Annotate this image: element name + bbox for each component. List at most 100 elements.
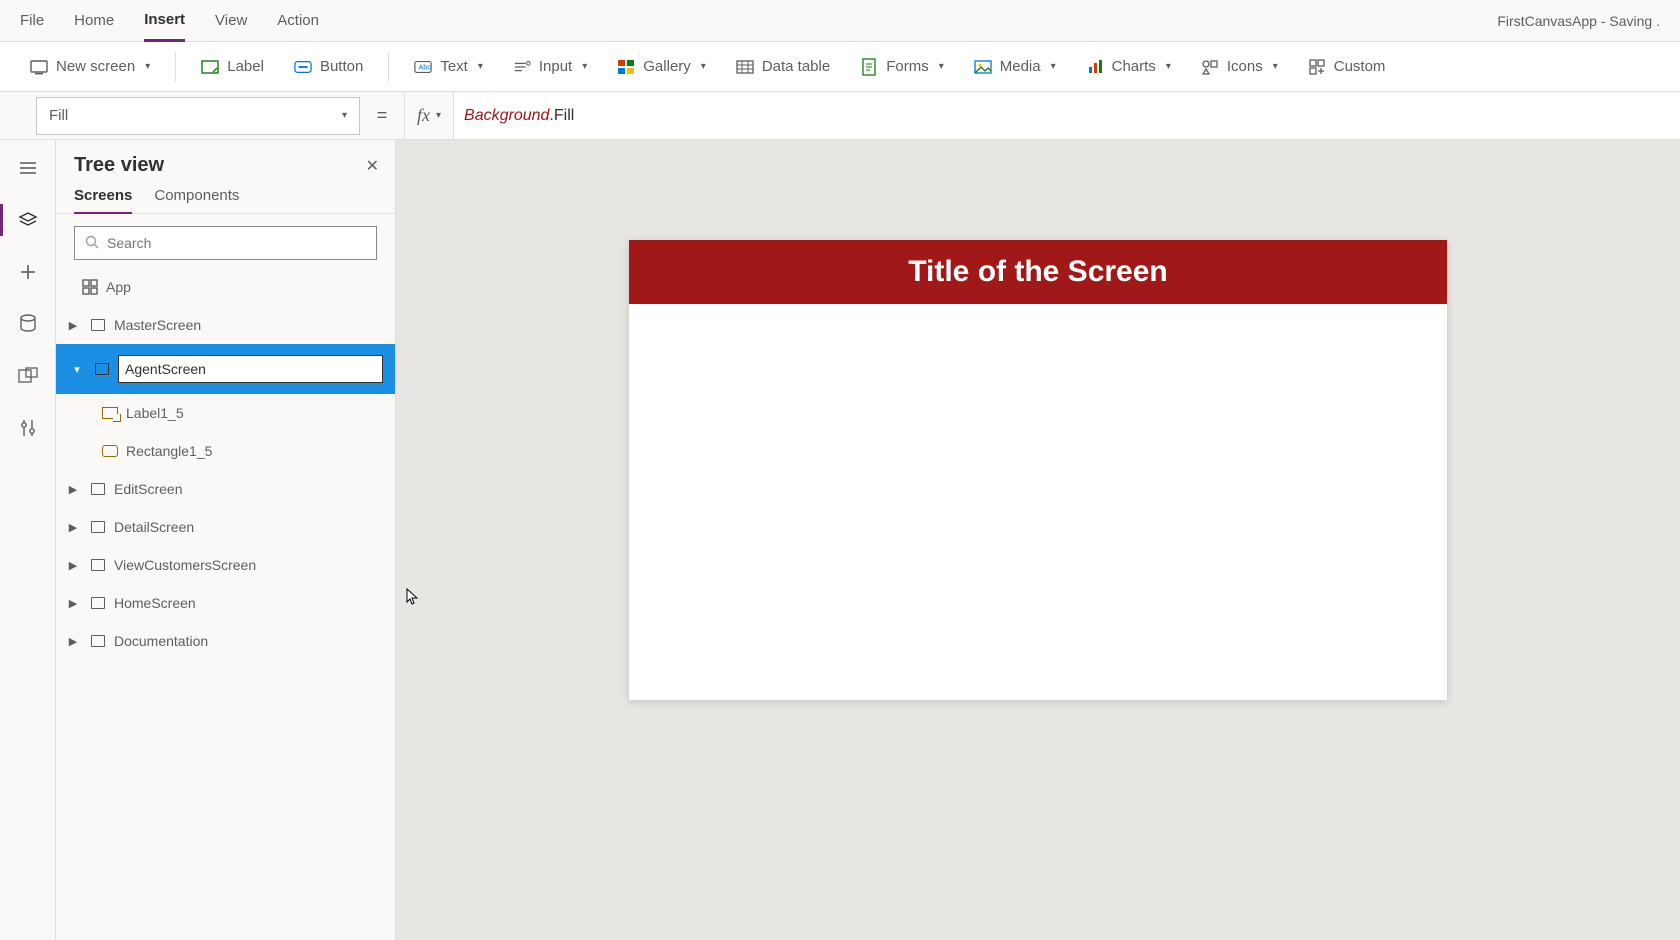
custom-icon — [1308, 58, 1326, 76]
tab-screens[interactable]: Screens — [74, 187, 132, 214]
screen-icon — [88, 518, 108, 536]
tree-node-homescreen[interactable]: ▶ HomeScreen — [56, 584, 395, 622]
fx-label: fx — [417, 105, 430, 126]
chevron-down-icon: ▾ — [1273, 61, 1278, 72]
close-icon[interactable]: ✕ — [366, 156, 379, 176]
property-selector[interactable]: Fill ▾ — [36, 97, 360, 135]
data-table-button[interactable]: Data table — [726, 52, 840, 82]
search-icon — [85, 235, 99, 252]
equals-sign: = — [360, 105, 404, 126]
input-dropdown[interactable]: Input ▾ — [503, 52, 597, 82]
new-screen-button[interactable]: New screen ▾ — [20, 52, 160, 82]
tree-node-masterscreen[interactable]: ▶ MasterScreen — [56, 306, 395, 344]
chevron-down-icon: ▾ — [342, 110, 347, 121]
custom-dropdown[interactable]: Custom — [1298, 52, 1396, 82]
new-screen-icon — [30, 58, 48, 76]
ribbon-separator — [388, 52, 389, 82]
tree-node-label: Label1_5 — [126, 405, 184, 421]
screen-icon — [88, 632, 108, 650]
menu-file[interactable]: File — [20, 0, 44, 41]
media-btn-text: Media — [1000, 58, 1041, 75]
menu-action[interactable]: Action — [277, 0, 319, 41]
tree-node-label: MasterScreen — [114, 317, 201, 333]
forms-dropdown[interactable]: Forms ▾ — [850, 52, 954, 82]
label-btn-text: Label — [227, 58, 264, 75]
expand-icon[interactable]: ▶ — [64, 635, 82, 648]
tree-node-label1-5[interactable]: Label1_5 — [56, 394, 395, 432]
forms-btn-text: Forms — [886, 58, 929, 75]
screen-canvas[interactable]: Title of the Screen — [629, 240, 1447, 700]
ribbon: New screen ▾ Label Button Abc Text ▾ Inp… — [0, 42, 1680, 92]
left-rail — [0, 140, 56, 940]
screen-icon — [88, 316, 108, 334]
tree-node-editscreen[interactable]: ▶ EditScreen — [56, 470, 395, 508]
tree-view-icon[interactable] — [16, 208, 40, 232]
custom-btn-text: Custom — [1334, 58, 1386, 75]
label-button[interactable]: Label — [191, 52, 274, 82]
data-table-icon — [736, 58, 754, 76]
menu-insert[interactable]: Insert — [144, 1, 185, 42]
gallery-dropdown[interactable]: Gallery ▾ — [607, 52, 716, 82]
app-node-label: App — [106, 279, 131, 295]
button-button[interactable]: Button — [284, 52, 373, 82]
charts-btn-text: Charts — [1112, 58, 1156, 75]
icons-btn-text: Icons — [1227, 58, 1263, 75]
cursor-icon — [406, 588, 418, 606]
insert-icon[interactable] — [16, 260, 40, 284]
tree-tabs: Screens Components — [56, 187, 395, 214]
expand-icon[interactable]: ▶ — [64, 483, 82, 496]
expand-icon[interactable]: ▶ — [64, 319, 82, 332]
chevron-down-icon: ▾ — [701, 61, 706, 72]
app-title: FirstCanvasApp - Saving . — [1497, 13, 1660, 29]
chevron-down-icon: ▾ — [436, 110, 441, 121]
forms-icon — [860, 58, 878, 76]
menu-view[interactable]: View — [215, 0, 247, 41]
screen-icon — [88, 556, 108, 574]
media-rail-icon[interactable] — [16, 364, 40, 388]
data-icon[interactable] — [16, 312, 40, 336]
tree-node-label: Documentation — [114, 633, 208, 649]
data-table-btn-text: Data table — [762, 58, 830, 75]
canvas-area[interactable]: Title of the Screen — [396, 140, 1680, 940]
media-dropdown[interactable]: Media ▾ — [964, 52, 1066, 82]
tree-node-agentscreen[interactable]: ▾ — [56, 344, 395, 394]
charts-icon — [1086, 58, 1104, 76]
tree-node-rectangle1-5[interactable]: Rectangle1_5 — [56, 432, 395, 470]
tree-node-app[interactable]: App — [56, 268, 395, 306]
tree-node-label: EditScreen — [114, 481, 182, 497]
tree-node-detailscreen[interactable]: ▶ DetailScreen — [56, 508, 395, 546]
expand-icon[interactable]: ▶ — [64, 559, 82, 572]
rename-input[interactable] — [118, 355, 383, 383]
property-name: Fill — [49, 107, 68, 124]
expand-icon[interactable]: ▶ — [64, 597, 82, 610]
tree-list: App ▶ MasterScreen ▾ Label1_5 Rectangle1… — [56, 268, 395, 940]
collapse-icon[interactable]: ▾ — [68, 363, 86, 376]
tree-node-label: ViewCustomersScreen — [114, 557, 256, 573]
advanced-tools-icon[interactable] — [16, 416, 40, 440]
tree-node-label: Rectangle1_5 — [126, 443, 212, 459]
formula-bar[interactable]: Background.Fill — [453, 92, 1680, 139]
rectangle-control-icon — [100, 442, 120, 460]
tree-search[interactable] — [74, 226, 377, 260]
charts-dropdown[interactable]: Charts ▾ — [1076, 52, 1181, 82]
text-dropdown[interactable]: Abc Text ▾ — [404, 52, 493, 82]
text-btn-text: Text — [440, 58, 468, 75]
text-icon: Abc — [414, 58, 432, 76]
search-input[interactable] — [107, 235, 366, 251]
icons-dropdown[interactable]: Icons ▾ — [1191, 52, 1288, 82]
new-screen-label: New screen — [56, 58, 135, 75]
svg-text:Abc: Abc — [419, 62, 432, 71]
hamburger-icon[interactable] — [16, 156, 40, 180]
chevron-down-icon: ▾ — [1051, 61, 1056, 72]
menu-home[interactable]: Home — [74, 0, 114, 41]
tab-components[interactable]: Components — [154, 187, 239, 213]
label-icon — [201, 58, 219, 76]
media-icon — [974, 58, 992, 76]
tree-node-viewcustomersscreen[interactable]: ▶ ViewCustomersScreen — [56, 546, 395, 584]
button-btn-text: Button — [320, 58, 363, 75]
tree-node-documentation[interactable]: ▶ Documentation — [56, 622, 395, 660]
screen-title-bar[interactable]: Title of the Screen — [629, 240, 1447, 304]
fx-button[interactable]: fx ▾ — [404, 92, 453, 139]
expand-icon[interactable]: ▶ — [64, 521, 82, 534]
ribbon-separator — [175, 52, 176, 82]
